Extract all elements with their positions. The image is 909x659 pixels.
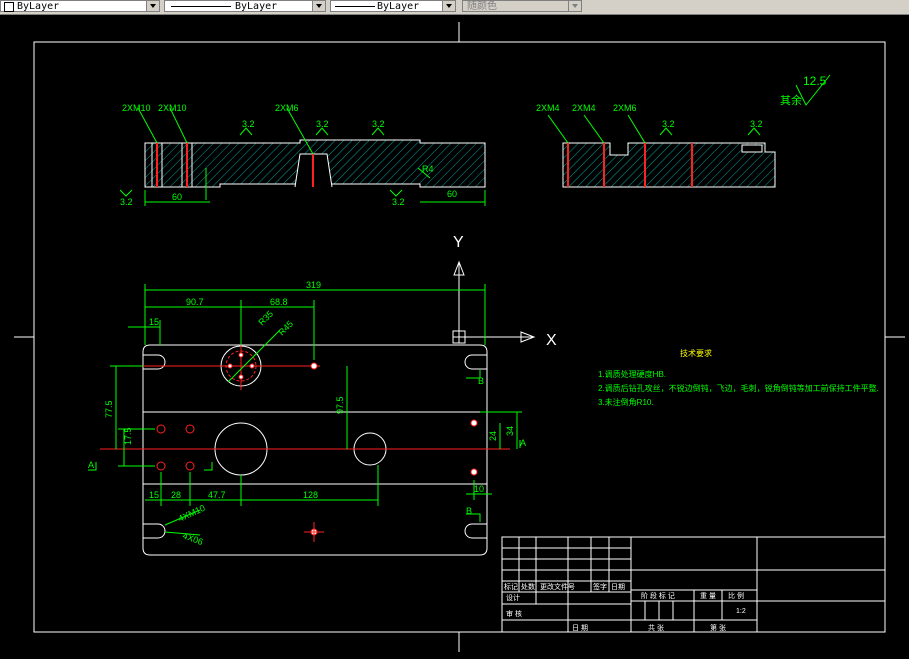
linetype-preview [171,6,231,7]
side-rough-1: 3.2 [662,119,675,129]
chevron-down-icon[interactable] [568,1,581,11]
top-rough-3: 3.2 [372,119,385,129]
linetype-combo[interactable]: ByLayer [164,0,326,12]
tb-date-label: 日期 [611,583,625,591]
side-label-2: 2XM4 [572,103,596,113]
notes-title: 技术要求 [680,348,712,358]
layer-combo[interactable]: ByLayer [0,0,160,12]
tb-sheets: 共 张 [648,623,664,632]
plan-view: 319 90.7 68.8 15 R35 R45 77.5 97.5 17.5 … [88,280,526,556]
section-a-left: A [88,460,94,470]
dim-15-bottom: 15 [149,490,159,500]
dim-97-5: 97.5 [335,396,345,414]
plotstyle-combo[interactable]: 随颜色 [462,0,582,12]
tb-designer: 设计 [506,593,520,602]
tb-count: 处数 [521,582,535,591]
dim-128: 128 [303,490,318,500]
dim-17-5: 17.5 [123,427,133,445]
section-a-right: A [520,438,526,448]
dim-68-8: 68.8 [270,297,288,307]
dim-15-top: 15 [149,317,159,327]
note-3: 3.未注倒角R10. [598,397,654,407]
chevron-down-icon[interactable] [312,1,325,11]
layer-color-swatch [4,2,14,12]
dim-47-7: 47.7 [208,490,226,500]
dim-10: 10 [474,484,484,494]
tb-weight: 重 量 [700,592,716,600]
dim-overall-width: 319 [306,280,321,290]
chevron-down-icon[interactable] [442,1,455,11]
dim-77-5: 77.5 [104,400,114,418]
note-2: 2.调质后钻孔攻丝，不锐边倒钝，飞边，毛刺，锐角倒钝等加工前保持工件平整. [598,383,879,393]
top-rough-1: 3.2 [242,119,255,129]
top-dim-60-right: 60 [447,189,457,199]
lineweight-preview [335,6,375,7]
side-view: 2XM4 2XM4 2XM6 3.2 3.2 其余 12.5 [536,74,831,188]
side-rough-2: 3.2 [750,119,763,129]
tb-mark: 标记 [504,582,518,591]
lineweight-combo-value: ByLayer [377,1,420,12]
tb-approve: 审 核 [506,609,522,618]
tb-change-doc: 更改文件号 [540,582,575,591]
dim-90-7: 90.7 [186,297,204,307]
tb-scale: 比 例 [728,591,744,600]
other-roughness-value: 12.5 [803,74,827,88]
tb-sign: 签字 [593,582,607,591]
ucs-axis-icon [452,260,536,344]
top-dim-60-left: 60 [172,192,182,202]
top-label-1: 2XM10 [122,103,151,113]
plotstyle-combo-value: 随颜色 [467,1,497,12]
lineweight-combo[interactable]: ByLayer [330,0,456,12]
note-1: 1.调质处理硬度HB. [598,369,666,379]
section-b-top: B [478,376,484,386]
dim-34: 34 [505,426,515,436]
top-label-3: 2XM6 [275,103,299,113]
other-surfaces-label: 其余 [780,93,802,107]
axis-x-label: X [546,332,557,349]
dim-r45: R45 [276,319,295,338]
side-label-3: 2XM6 [613,103,637,113]
drawing-canvas[interactable]: 2XM10 2XM10 2XM6 3.2 3.2 3.2 3.2 3.2 60 … [0,15,909,659]
chevron-down-icon[interactable] [146,1,159,11]
top-dim-r4: R4 [422,164,434,174]
side-label-1: 2XM4 [536,103,560,113]
technical-notes: 技术要求 1.调质处理硬度HB. 2.调质后钻孔攻丝，不锐边倒钝，飞边，毛刺，锐… [598,348,879,407]
dim-24: 24 [488,431,498,441]
layer-combo-value: ByLayer [17,1,60,12]
top-rough-5: 3.2 [392,197,405,207]
tb-stage: 阶 段 标 记 [641,591,675,600]
dim-4x06: 4X06 [181,530,204,547]
tb-scale-value: 1:2 [736,608,746,615]
top-rough-2: 3.2 [316,119,329,129]
axis-y-label: Y [453,234,464,251]
dim-r35: R35 [256,309,275,328]
dim-4xm10: 4XM10 [177,503,207,524]
properties-toolbar: ByLayer ByLayer ByLayer 随颜色 [0,0,909,15]
linetype-combo-value: ByLayer [235,1,278,12]
top-rough-4: 3.2 [120,197,133,207]
top-view: 2XM10 2XM10 2XM6 3.2 3.2 3.2 3.2 3.2 60 … [119,103,486,207]
tb-date: 日 期 [572,624,588,632]
tb-sheet-no: 第 张 [710,623,726,632]
dim-28: 28 [171,490,181,500]
top-label-2: 2XM10 [158,103,187,113]
section-b-bottom: B [466,506,472,516]
